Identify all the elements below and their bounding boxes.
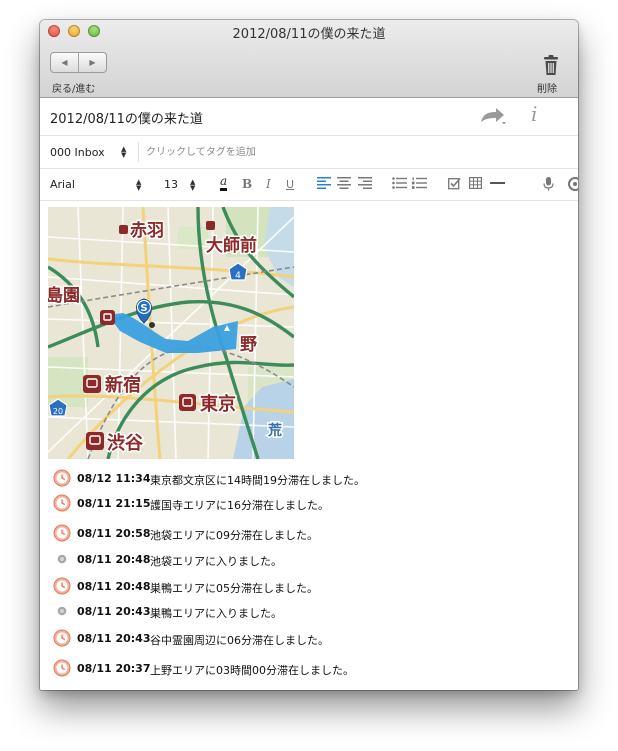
log-entry: 08/12 11:34 東京都文京区に14時間19分滞在しました。 [40, 468, 578, 490]
log-entry-time: 08/11 20:37 [77, 662, 151, 675]
underline-button[interactable]: U [286, 178, 294, 191]
triangle-left-icon: ◀ [61, 58, 68, 67]
note-window: 2012/08/11の僕の来た道 ◀ ▶ 戻る/進む 削除 2012/08/11… [40, 20, 578, 690]
align-left-icon[interactable] [317, 177, 331, 189]
station-icon [119, 225, 128, 234]
route-badge-label: 4 [235, 271, 241, 281]
font-size-stepper-icon[interactable]: ▲ ▼ [190, 179, 195, 192]
bullet-list-icon[interactable] [392, 177, 407, 189]
log-entry-time: 08/11 20:43 [77, 632, 151, 645]
log-entry: 08/11 20:43 巣鴨エリアに入りました。 [40, 601, 578, 623]
note-title-field[interactable]: 2012/08/11の僕の来た道 [50, 108, 203, 127]
log-entry: 08/11 20:58 池袋エリアに09分滞在しました。 [40, 523, 578, 545]
clock-icon [53, 577, 71, 595]
map-label-shimaen: 島園 [48, 285, 80, 306]
note-title-bar: 2012/08/11の僕の来た道 i [40, 98, 578, 136]
italic-button[interactable]: I [266, 177, 271, 191]
delete-label: 削除 [537, 84, 557, 95]
clock-icon [53, 494, 71, 512]
tag-input[interactable] [146, 143, 526, 161]
font-family-stepper-icon[interactable]: ▲ ▼ [136, 179, 141, 192]
log-entry-text: 巣鴨エリアに入りました。 [150, 607, 282, 620]
location-map[interactable]: S 4 20 赤羽 大師前 島園 野 新宿 東京 渋谷 荒 [48, 207, 294, 459]
station-icon [179, 394, 196, 411]
font-family-select[interactable]: Arial [50, 178, 75, 191]
record-reel-icon[interactable] [568, 177, 578, 191]
align-center-icon[interactable] [337, 177, 351, 189]
log-entry-time: 08/11 20:48 [77, 580, 151, 593]
dot-icon [57, 606, 67, 616]
note-body[interactable]: S 4 20 赤羽 大師前 島園 野 新宿 東京 渋谷 荒 08/12 11:3… [40, 201, 578, 690]
log-entry-text: 上野エリアに03時間00分滞在しました。 [150, 664, 354, 677]
dot-icon [57, 554, 67, 564]
log-entry: 08/11 20:43 谷中霊園周辺に06分滞在しました。 [40, 628, 578, 650]
clock-icon [53, 659, 71, 677]
triangle-right-icon: ▶ [89, 58, 96, 67]
map-label-akabane: 赤羽 [130, 220, 164, 241]
tag-bar: 000 Inbox ▲ ▼ [40, 136, 578, 169]
format-toolbar: Arial ▲ ▼ 13 ▲ ▼ a B I U [40, 169, 578, 201]
divider [138, 142, 139, 162]
microphone-icon[interactable] [543, 177, 554, 191]
back-forward-label: 戻る/進む [52, 84, 96, 95]
log-entry: 08/11 20:37 上野エリアに03時間00分滞在しました。 [40, 658, 578, 680]
station-icon [100, 310, 115, 325]
log-entry-time: 08/11 20:58 [77, 527, 151, 540]
map-label-shinjuku: 新宿 [105, 374, 141, 396]
numbered-list-icon[interactable] [412, 177, 427, 189]
clock-icon [53, 629, 71, 647]
station-icon [206, 221, 215, 230]
log-entry: 08/11 20:48 巣鴨エリアに05分滞在しました。 [40, 576, 578, 598]
window-title: 2012/08/11の僕の来た道 [232, 27, 386, 42]
log-entry-text: 谷中霊園周辺に06分滞在しました。 [150, 634, 329, 647]
font-size-select[interactable]: 13 [164, 178, 178, 191]
log-entry: 08/11 21:15 護国寺エリアに16分滞在しました。 [40, 493, 578, 515]
bold-button[interactable]: B [242, 177, 252, 191]
back-forward-control: ◀ ▶ [50, 52, 107, 73]
align-right-icon[interactable] [358, 177, 372, 189]
back-button[interactable]: ◀ [51, 53, 78, 72]
log-entry-time: 08/11 21:15 [77, 497, 151, 510]
log-entry-time: 08/12 11:34 [77, 472, 151, 485]
clock-icon [53, 524, 71, 542]
map-label-ueno: 野 [240, 335, 257, 355]
route-badge-label: 20 [53, 407, 63, 416]
log-entry: 08/11 20:48 池袋エリアに入りました。 [40, 549, 578, 571]
checkbox-icon[interactable] [448, 177, 461, 190]
table-icon[interactable] [469, 177, 482, 189]
trash-icon[interactable] [540, 54, 562, 76]
log-entry-text: 巣鴨エリアに05分滞在しました。 [150, 582, 318, 595]
map-label-ara: 荒 [267, 422, 282, 439]
share-icon[interactable] [478, 106, 508, 126]
log-entry-text: 池袋エリアに入りました。 [150, 555, 282, 568]
log-entry-text: 護国寺エリアに16分滞在しました。 [150, 499, 329, 512]
horizontal-rule-icon[interactable] [490, 182, 505, 185]
clock-icon [53, 469, 71, 487]
notebook-stepper-icon[interactable]: ▲ ▼ [121, 146, 126, 159]
log-entry-time: 08/11 20:43 [77, 605, 151, 618]
map-label-tokyo: 東京 [200, 393, 236, 415]
title-toolbar: 2012/08/11の僕の来た道 ◀ ▶ 戻る/進む 削除 [40, 20, 578, 98]
station-icon [83, 375, 101, 393]
notebook-selector[interactable]: 000 Inbox [50, 146, 105, 159]
log-entry-time: 08/11 20:48 [77, 553, 151, 566]
info-icon[interactable]: i [531, 102, 537, 126]
marker-label: S [140, 303, 147, 314]
map-label-shibuya: 渋谷 [107, 432, 144, 454]
text-color-button[interactable]: a [220, 175, 228, 191]
forward-button[interactable]: ▶ [78, 53, 106, 72]
map-label-daishimae: 大師前 [206, 235, 257, 256]
log-entry-text: 池袋エリアに09分滞在しました。 [150, 529, 318, 542]
log-entry-text: 東京都文京区に14時間19分滞在しました。 [150, 474, 365, 487]
station-icon [86, 432, 104, 450]
